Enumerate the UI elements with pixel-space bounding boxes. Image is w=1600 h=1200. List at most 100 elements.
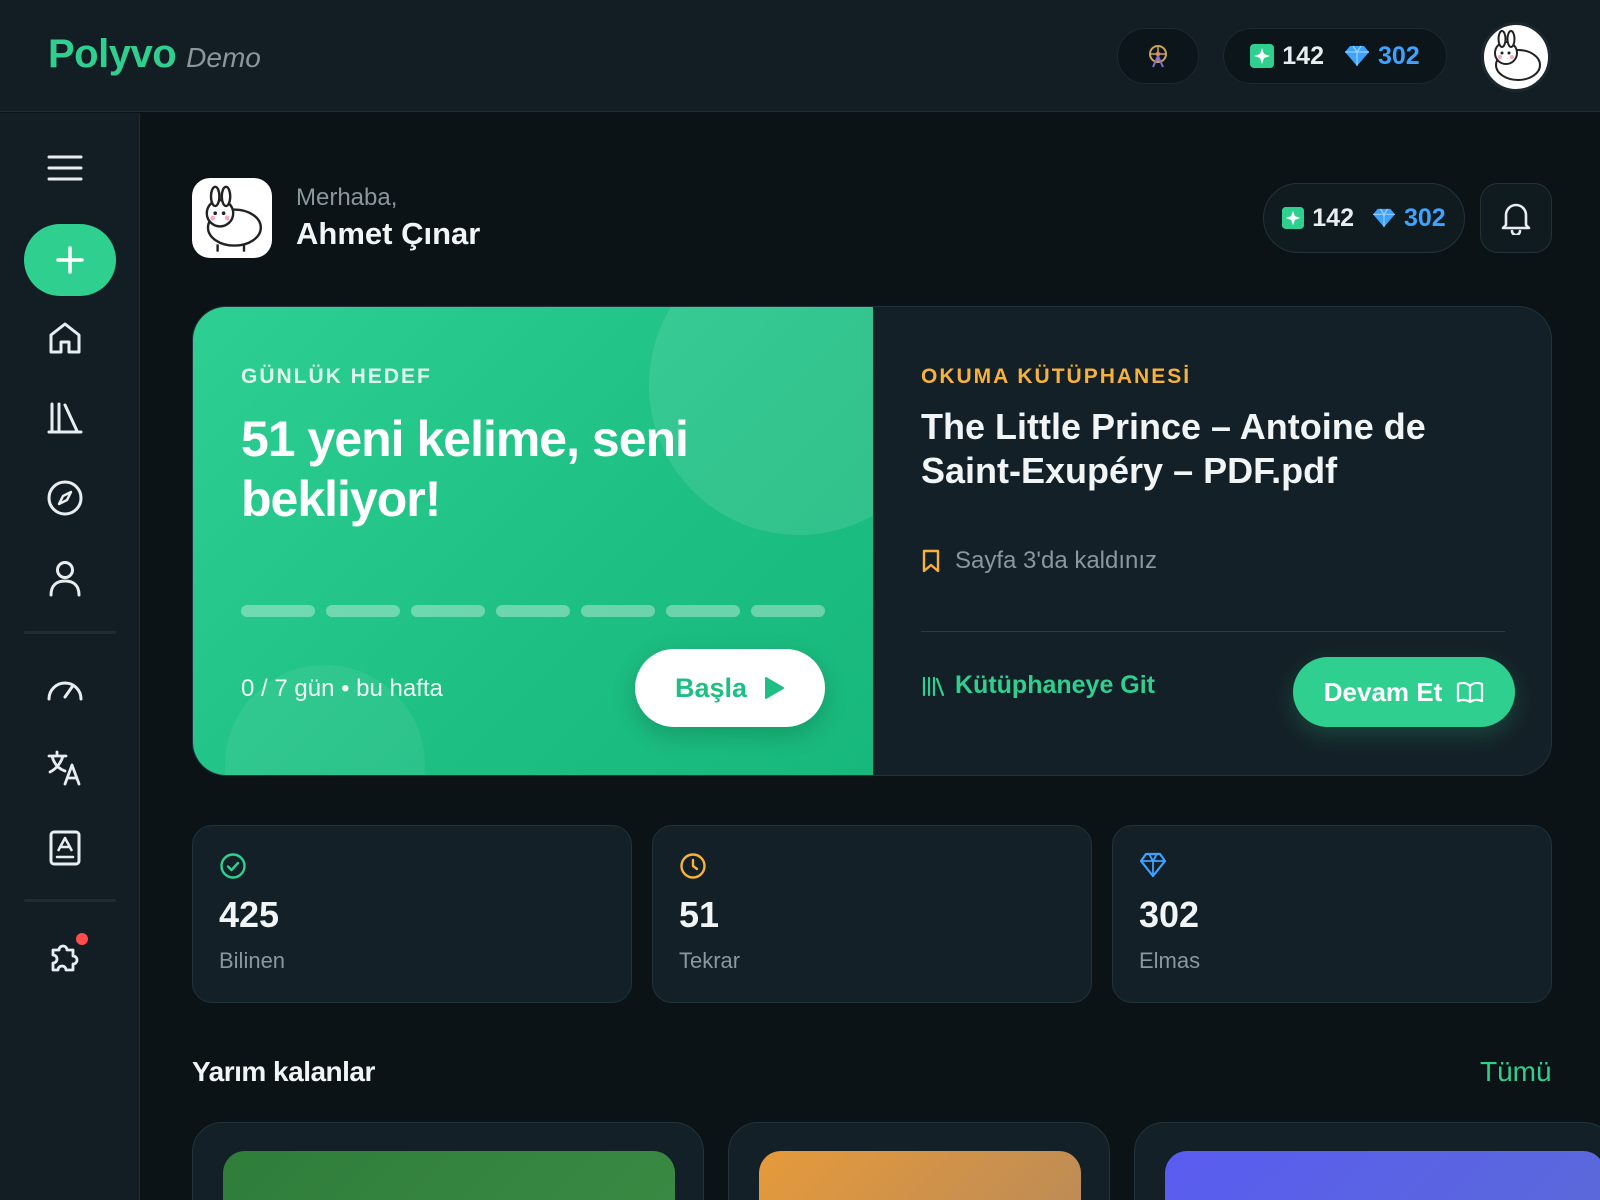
brand-tag: Demo xyxy=(186,42,261,73)
ferris-wheel-icon xyxy=(1149,45,1167,68)
daily-goal-eyebrow: GÜNLÜK HEDEF xyxy=(241,365,432,388)
gems-value: 302 xyxy=(1404,203,1446,232)
stat-value: 425 xyxy=(219,894,280,935)
nav-home[interactable] xyxy=(40,313,90,363)
nav-contacts[interactable] xyxy=(40,823,90,873)
wheel-button[interactable] xyxy=(1117,28,1199,84)
sparkle-icon xyxy=(1250,44,1275,68)
nav-profile[interactable] xyxy=(40,553,90,603)
clock-icon xyxy=(680,853,706,879)
bunny-avatar-icon xyxy=(205,185,262,252)
user-avatar[interactable] xyxy=(1481,22,1551,92)
progress-segment xyxy=(496,605,570,617)
gem-icon xyxy=(1139,852,1167,878)
library-divider xyxy=(921,631,1505,632)
stat-value: 51 xyxy=(679,894,720,935)
nav-explore[interactable] xyxy=(40,473,90,523)
sidebar-divider xyxy=(24,899,116,902)
sidebar xyxy=(0,113,140,1200)
gem-icon xyxy=(1345,45,1369,66)
stat-card-known[interactable]: 425 Bilinen xyxy=(192,825,632,1003)
progress-segment xyxy=(751,605,825,617)
gems-stat: 302 xyxy=(1372,204,1446,233)
continue-button-label: Devam Et xyxy=(1323,676,1443,707)
stat-label: Elmas xyxy=(1139,948,1201,973)
library-page-text: Sayfa 3'da kaldınız xyxy=(955,547,1158,574)
nav-extensions[interactable] xyxy=(40,931,90,981)
play-icon xyxy=(765,677,785,699)
notifications-button[interactable] xyxy=(1480,183,1552,253)
sidebar-divider xyxy=(24,631,116,634)
nav-translate[interactable] xyxy=(40,743,90,793)
sparks-stat: 142 xyxy=(1282,204,1354,233)
stat-label: Bilinen xyxy=(219,948,286,973)
stat-label: Tekrar xyxy=(679,948,741,973)
bell-icon xyxy=(1501,203,1531,235)
notification-dot xyxy=(76,933,88,945)
nav-stats[interactable] xyxy=(40,663,90,713)
reading-library-card: OKUMA KÜTÜPHANESİ The Little Prince – An… xyxy=(873,307,1551,775)
gem-icon xyxy=(1373,208,1395,228)
library-book-title[interactable]: The Little Prince – Antoine de Saint-Exu… xyxy=(921,405,1521,493)
unfinished-book-card[interactable] xyxy=(1134,1122,1600,1200)
menu-button[interactable] xyxy=(40,143,90,193)
greeting-avatar[interactable] xyxy=(192,178,272,258)
check-circle-icon xyxy=(220,853,246,879)
gems-value: 302 xyxy=(1378,41,1420,70)
brand-name: Polyvo xyxy=(48,32,177,76)
progress-segment xyxy=(581,605,655,617)
main-stats[interactable]: 142 302 xyxy=(1263,183,1465,253)
home-icon xyxy=(49,322,81,354)
library-eyebrow: OKUMA KÜTÜPHANESİ xyxy=(921,365,1192,388)
compass-icon xyxy=(47,480,83,516)
brand-logo[interactable]: Polyvo Demo xyxy=(48,32,261,77)
sparkle-icon xyxy=(1282,207,1305,229)
sparks-value: 142 xyxy=(1312,203,1354,232)
unfinished-book-card[interactable] xyxy=(192,1122,704,1200)
progress-segment xyxy=(241,605,315,617)
see-all-link[interactable]: Tümü xyxy=(1480,1056,1552,1088)
go-to-library-label: Kütüphaneye Git xyxy=(955,671,1156,699)
go-to-library-link[interactable]: Kütüphaneye Git xyxy=(921,671,1155,700)
gems-stat: 302 xyxy=(1344,42,1420,71)
hero-panel: GÜNLÜK HEDEF 51 yeni kelime, seni bekliy… xyxy=(192,306,1552,776)
nav-library[interactable] xyxy=(40,393,90,443)
daily-goal-card: GÜNLÜK HEDEF 51 yeni kelime, seni bekliy… xyxy=(193,307,873,775)
section-title: Yarım kalanlar xyxy=(192,1056,375,1087)
greeting-name: Ahmet Çınar xyxy=(296,216,481,251)
bunny-avatar-icon xyxy=(1494,30,1541,81)
library-icon xyxy=(922,676,945,696)
stat-card-gems[interactable]: 302 Elmas xyxy=(1112,825,1552,1003)
bookmark-icon xyxy=(922,549,940,573)
sparks-stat: 142 xyxy=(1250,42,1324,71)
library-icon xyxy=(47,402,83,434)
top-stats[interactable]: 142 302 xyxy=(1223,28,1447,84)
unfinished-book-card[interactable] xyxy=(728,1122,1110,1200)
book-cover xyxy=(759,1151,1081,1200)
start-button-label: Başla xyxy=(674,672,748,703)
library-page-note: Sayfa 3'da kaldınız xyxy=(921,547,1157,575)
daily-goal-progress-text: 0 / 7 gün • bu hafta xyxy=(241,675,443,702)
add-button[interactable] xyxy=(24,224,116,296)
book-cover xyxy=(223,1151,675,1200)
translate-icon xyxy=(47,750,81,786)
progress-segment xyxy=(666,605,740,617)
continue-reading-button[interactable]: Devam Et xyxy=(1293,657,1515,727)
stat-value: 302 xyxy=(1139,894,1200,935)
daily-goal-title: 51 yeni kelime, seni bekliyor! xyxy=(241,411,689,527)
menu-icon xyxy=(47,155,83,181)
sparks-value: 142 xyxy=(1282,41,1324,70)
profile-icon xyxy=(49,561,81,597)
open-book-icon xyxy=(1457,681,1484,704)
top-bar: Polyvo Demo 142 302 xyxy=(0,0,1600,112)
stat-card-review[interactable]: 51 Tekrar xyxy=(652,825,1092,1003)
progress-segment xyxy=(411,605,485,617)
week-progress xyxy=(241,605,825,617)
start-button[interactable]: Başla xyxy=(635,649,825,727)
speedometer-icon xyxy=(47,681,83,701)
progress-segment xyxy=(326,605,400,617)
contacts-book-icon xyxy=(49,830,81,866)
greeting-hello: Merhaba, xyxy=(296,184,398,211)
add-icon xyxy=(56,246,84,274)
book-cover xyxy=(1165,1151,1600,1200)
